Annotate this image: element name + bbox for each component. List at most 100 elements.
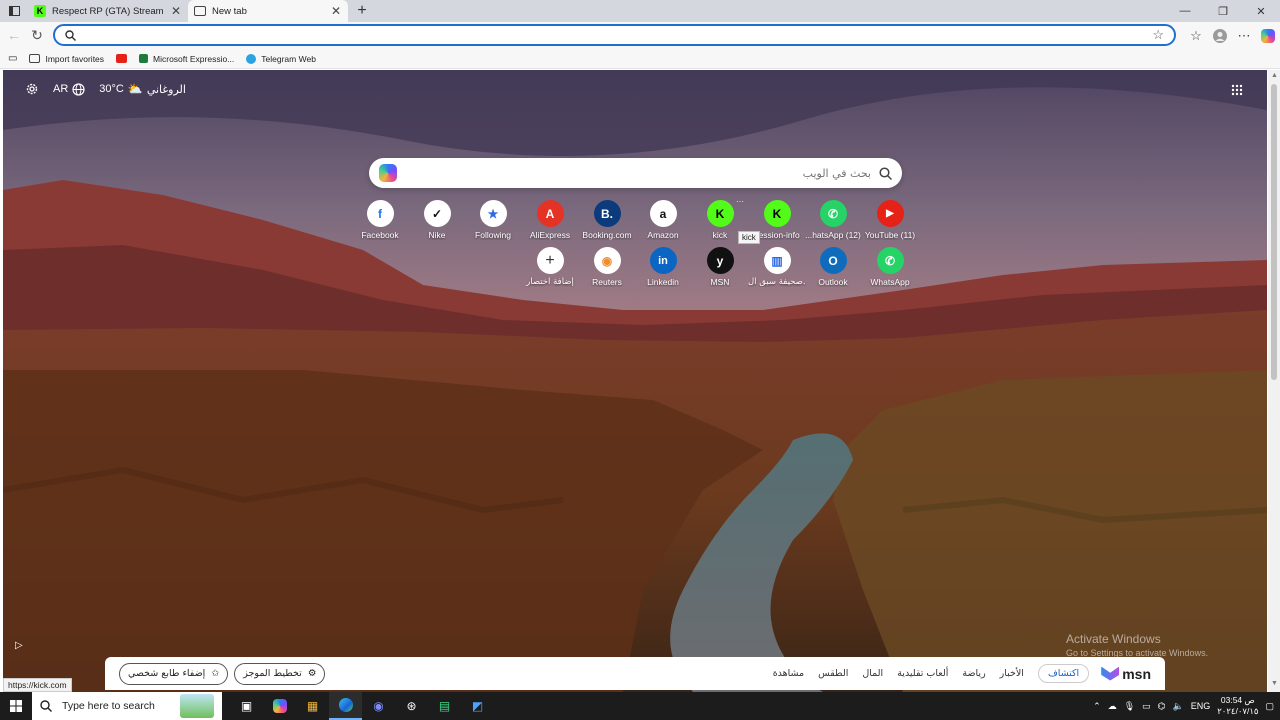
refresh-button[interactable]: ↻ bbox=[25, 23, 49, 47]
scroll-up-icon[interactable]: ▲ bbox=[1271, 72, 1278, 79]
shortcut-amazon[interactable]: a Amazon bbox=[634, 200, 692, 240]
fav-label: Import favorites bbox=[45, 53, 105, 64]
web-search-box[interactable] bbox=[369, 158, 902, 188]
app-icon[interactable]: ◩ bbox=[461, 692, 494, 720]
feed-layout-button[interactable]: تخطيط الموجز ⚙ bbox=[234, 662, 326, 685]
shortcut-label: AliExpress bbox=[529, 230, 571, 240]
shortcut-whatsapp[interactable]: ✆ WhatsApp bbox=[861, 247, 919, 287]
favorite-star-icon[interactable]: ☆ bbox=[1152, 27, 1164, 43]
msn-butterfly-icon bbox=[1101, 666, 1120, 681]
onedrive-icon[interactable]: ☁ bbox=[1108, 701, 1117, 712]
fav-label: Telegram Web bbox=[261, 53, 316, 64]
nav-watch[interactable]: مشاهدة bbox=[773, 668, 804, 679]
address-bar[interactable]: ☆ bbox=[53, 24, 1176, 46]
shortcut-outlook[interactable]: O Outlook bbox=[804, 247, 862, 287]
fav-import-favorites[interactable]: Import favorites bbox=[29, 54, 104, 64]
status-bar-url: https://kick.com bbox=[3, 678, 72, 692]
nav-weather[interactable]: الطقس bbox=[818, 668, 848, 679]
watermark-subtitle: Go to Settings to activate Windows. bbox=[1066, 648, 1209, 658]
shortcut-reuters[interactable]: ◉ Reuters bbox=[578, 247, 636, 287]
back-button[interactable]: ← bbox=[2, 23, 26, 47]
nike-icon: ✓ bbox=[423, 200, 451, 227]
shortcut-label: YouTube (11) bbox=[864, 230, 916, 240]
shortcut-msn[interactable]: y MSN bbox=[691, 247, 749, 287]
scrollbar-thumb[interactable] bbox=[1271, 84, 1277, 380]
shortcut-following[interactable]: ★ Following bbox=[464, 200, 522, 240]
new-tab-button[interactable]: + bbox=[348, 0, 376, 22]
weather-widget[interactable]: 30°C ⛅ الروغاني bbox=[99, 82, 186, 96]
personalize-button[interactable]: إضفاء طابع شخصي ✩ bbox=[119, 662, 229, 685]
search-icon[interactable] bbox=[879, 166, 892, 180]
close-tab-icon[interactable]: ✕ bbox=[330, 4, 342, 18]
language-selector[interactable]: AR bbox=[53, 82, 85, 96]
minimize-icon[interactable]: — bbox=[1166, 0, 1204, 22]
shortcut-add[interactable]: + إضافة اختصار bbox=[521, 247, 579, 287]
task-view-icon[interactable]: ▣ bbox=[230, 692, 263, 720]
obs-icon[interactable]: ⊛ bbox=[395, 692, 428, 720]
favorites-toggle-icon[interactable]: ▭ bbox=[8, 53, 17, 64]
youtube-icon bbox=[116, 54, 128, 63]
shortcut-aliexpress[interactable]: A AliExpress bbox=[521, 200, 579, 240]
shortcut-whatsapp-12[interactable]: ✆ ...hatsApp (12) bbox=[804, 200, 862, 240]
shortcut-booking[interactable]: B. Booking.com bbox=[578, 200, 636, 240]
msn-logo[interactable]: msn bbox=[1101, 666, 1151, 682]
play-video-icon[interactable]: ▷ bbox=[15, 640, 23, 651]
plus-icon: + bbox=[536, 247, 564, 274]
android-app-icon[interactable]: ▤ bbox=[428, 692, 461, 720]
notifications-icon[interactable]: ▢ bbox=[1265, 701, 1274, 712]
page-scrollbar[interactable]: ▲ ▼ bbox=[1268, 70, 1280, 692]
copilot-icon[interactable] bbox=[1256, 28, 1280, 43]
shortcut-linkedin[interactable]: in Linkedin bbox=[634, 247, 692, 287]
apps-grid-icon[interactable] bbox=[1231, 84, 1243, 96]
fav-youtube[interactable] bbox=[116, 54, 128, 63]
nav-money[interactable]: المال bbox=[862, 668, 883, 679]
outlook-icon: O bbox=[819, 247, 847, 274]
start-button[interactable] bbox=[0, 700, 32, 712]
tile-more-options-icon[interactable]: ··· bbox=[736, 197, 744, 206]
watermark-title: Activate Windows bbox=[1066, 632, 1161, 646]
nav-discover[interactable]: اكتشاف bbox=[1037, 664, 1090, 683]
scroll-down-icon[interactable]: ▼ bbox=[1271, 680, 1278, 687]
settings-more-icon[interactable]: ⋯ bbox=[1232, 28, 1256, 44]
input-language[interactable]: ENG bbox=[1191, 701, 1211, 711]
network-icon[interactable]: ⌬ bbox=[1158, 701, 1166, 712]
volume-icon[interactable]: 🔈 bbox=[1173, 701, 1184, 712]
clock[interactable]: 03:54 ص ٢٠٢٤/٠٧/١٥ bbox=[1217, 695, 1258, 717]
restore-icon[interactable]: ❐ bbox=[1204, 0, 1242, 22]
sparkle-icon: ✩ bbox=[211, 668, 220, 679]
linkedin-icon: in bbox=[649, 247, 677, 274]
msn-logo-text: msn bbox=[1122, 665, 1151, 682]
profile-avatar-icon[interactable] bbox=[1208, 28, 1232, 43]
search-input[interactable] bbox=[405, 166, 871, 180]
tab-actions-menu-icon[interactable] bbox=[0, 0, 28, 22]
address-input[interactable] bbox=[84, 29, 1153, 41]
fav-microsoft-expression[interactable]: Microsoft Expressio... bbox=[139, 54, 234, 64]
shortcut-facebook[interactable]: f Facebook bbox=[351, 200, 409, 240]
shortcut-youtube[interactable]: ▶ YouTube (11) bbox=[861, 200, 919, 240]
favorites-icon[interactable]: ☆ bbox=[1184, 28, 1208, 44]
shortcut-nike[interactable]: ✓ Nike bbox=[408, 200, 466, 240]
close-tab-icon[interactable]: ✕ bbox=[170, 4, 182, 18]
city-name: الروغاني bbox=[146, 82, 186, 96]
taskbar-search[interactable]: Type here to search bbox=[32, 692, 222, 720]
gear-icon[interactable] bbox=[25, 82, 39, 96]
fav-telegram-web[interactable]: Telegram Web bbox=[246, 53, 316, 64]
nav-sports[interactable]: رياضة bbox=[962, 668, 985, 679]
battery-icon[interactable]: ▭ bbox=[1142, 701, 1151, 712]
nav-news[interactable]: الأخبار bbox=[1000, 668, 1024, 679]
shortcut-sabq[interactable]: ▥ صحيفة سبق ال... bbox=[748, 247, 806, 287]
microphone-icon[interactable]: 🎙 bbox=[1124, 701, 1135, 712]
close-window-icon[interactable]: ✕ bbox=[1242, 0, 1280, 22]
show-hidden-icons[interactable]: ⌃ bbox=[1093, 701, 1101, 712]
copilot-icon[interactable] bbox=[379, 164, 397, 182]
edge-icon[interactable] bbox=[329, 692, 362, 720]
discord-icon[interactable]: ◉ bbox=[362, 692, 395, 720]
tab-new-tab[interactable]: New tab ✕ bbox=[188, 0, 348, 22]
copilot-icon[interactable] bbox=[263, 692, 296, 720]
language-label: AR bbox=[53, 83, 69, 95]
reuters-icon: ◉ bbox=[593, 247, 621, 274]
tab-kick-stream[interactable]: K Respect RP (GTA) Streaming - Live ✕ bbox=[28, 0, 188, 22]
store-icon[interactable]: ▦ bbox=[296, 692, 329, 720]
tab-strip: K Respect RP (GTA) Streaming - Live ✕ Ne… bbox=[0, 0, 1280, 22]
nav-casual-games[interactable]: ألعاب تقليدية bbox=[897, 668, 948, 679]
